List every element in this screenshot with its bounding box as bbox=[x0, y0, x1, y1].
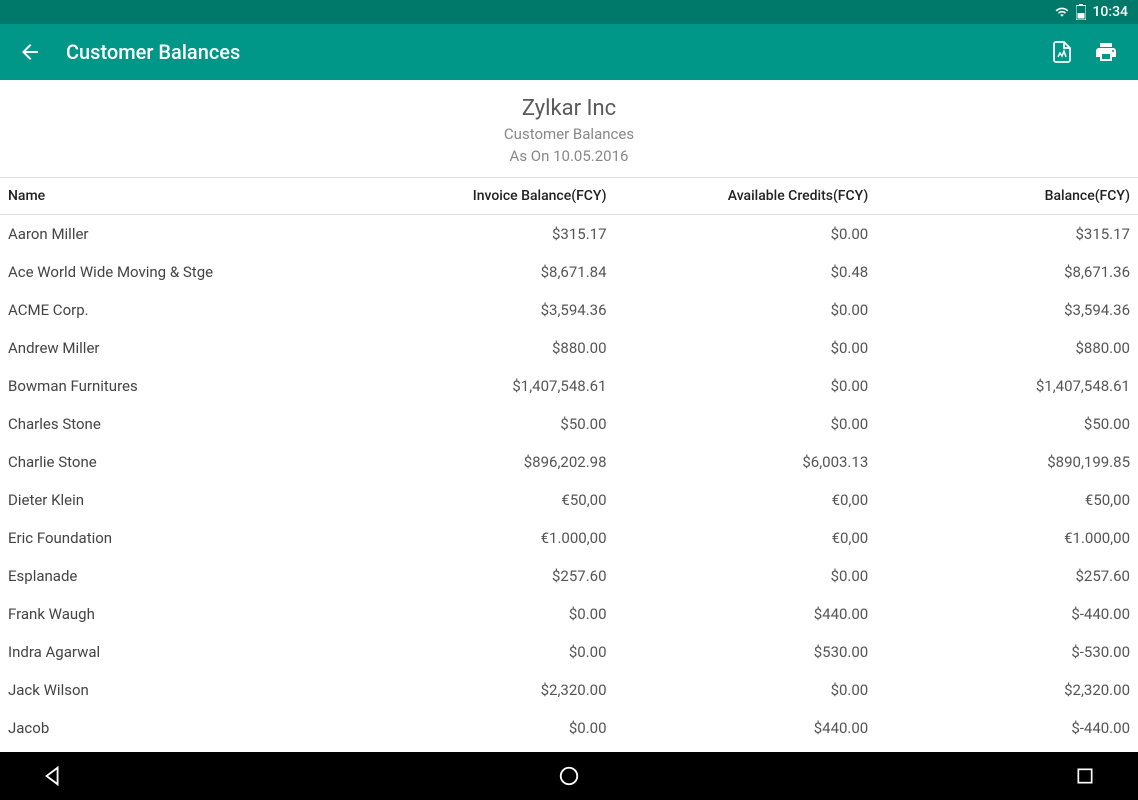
print-button[interactable] bbox=[1090, 36, 1122, 68]
cell-balance: €1.000,00 bbox=[876, 519, 1138, 557]
cell-name: ACME Corp. bbox=[0, 291, 364, 329]
cell-balance: $880.00 bbox=[876, 329, 1138, 367]
cell-name: Ace World Wide Moving & Stge bbox=[0, 253, 364, 291]
table-row[interactable]: Aaron Miller$315.17$0.00$315.17 bbox=[0, 215, 1138, 254]
cell-invoice: $896,202.98 bbox=[364, 443, 614, 481]
cell-name: Aaron Miller bbox=[0, 215, 364, 254]
table-row[interactable]: Dieter Klein€50,00€0,00€50,00 bbox=[0, 481, 1138, 519]
col-header-credits: Available Credits(FCY) bbox=[615, 178, 877, 215]
cell-name: Esplanade bbox=[0, 557, 364, 595]
cell-balance: $2,320.00 bbox=[876, 671, 1138, 709]
company-name: Zylkar Inc bbox=[0, 96, 1138, 121]
export-pdf-button[interactable] bbox=[1046, 36, 1078, 68]
cell-balance: $-440.00 bbox=[876, 709, 1138, 747]
cell-credits: $440.00 bbox=[615, 709, 877, 747]
cell-balance: $1,407,548.61 bbox=[876, 367, 1138, 405]
cell-balance: $-530.00 bbox=[876, 633, 1138, 671]
table-row[interactable]: Charles Stone$50.00$0.00$50.00 bbox=[0, 405, 1138, 443]
cell-invoice: $1,407,548.61 bbox=[364, 367, 614, 405]
cell-name: Eric Foundation bbox=[0, 519, 364, 557]
cell-credits: $0.00 bbox=[615, 405, 877, 443]
balances-table-wrap[interactable]: Name Invoice Balance(FCY) Available Cred… bbox=[0, 178, 1138, 800]
cell-credits: €0,00 bbox=[615, 519, 877, 557]
cell-credits: $0.00 bbox=[615, 671, 877, 709]
col-header-invoice: Invoice Balance(FCY) bbox=[364, 178, 614, 215]
table-row[interactable]: ACME Corp.$3,594.36$0.00$3,594.36 bbox=[0, 291, 1138, 329]
cell-credits: $0.48 bbox=[615, 253, 877, 291]
table-row[interactable]: Frank Waugh$0.00$440.00$-440.00 bbox=[0, 595, 1138, 633]
cell-balance: $315.17 bbox=[876, 215, 1138, 254]
report-subtitle: Customer Balances bbox=[0, 125, 1138, 143]
cell-name: Indra Agarwal bbox=[0, 633, 364, 671]
table-row[interactable]: Jack Wilson$2,320.00$0.00$2,320.00 bbox=[0, 671, 1138, 709]
cell-invoice: $880.00 bbox=[364, 329, 614, 367]
cell-invoice: €1.000,00 bbox=[364, 519, 614, 557]
nav-back-button[interactable] bbox=[40, 763, 66, 789]
cell-credits: $0.00 bbox=[615, 329, 877, 367]
table-header-row: Name Invoice Balance(FCY) Available Cred… bbox=[0, 178, 1138, 215]
cell-invoice: $2,320.00 bbox=[364, 671, 614, 709]
cell-name: Frank Waugh bbox=[0, 595, 364, 633]
cell-balance: $257.60 bbox=[876, 557, 1138, 595]
cell-name: Charles Stone bbox=[0, 405, 364, 443]
cell-name: Dieter Klein bbox=[0, 481, 364, 519]
cell-invoice: $0.00 bbox=[364, 595, 614, 633]
col-header-balance: Balance(FCY) bbox=[876, 178, 1138, 215]
cell-invoice: $3,594.36 bbox=[364, 291, 614, 329]
cell-credits: $6,003.13 bbox=[615, 443, 877, 481]
cell-credits: $530.00 bbox=[615, 633, 877, 671]
cell-balance: €50,00 bbox=[876, 481, 1138, 519]
cell-credits: $0.00 bbox=[615, 557, 877, 595]
report-header: Zylkar Inc Customer Balances As On 10.05… bbox=[0, 80, 1138, 178]
back-button[interactable] bbox=[16, 38, 44, 66]
cell-invoice: $257.60 bbox=[364, 557, 614, 595]
table-row[interactable]: Jacob$0.00$440.00$-440.00 bbox=[0, 709, 1138, 747]
cell-name: Charlie Stone bbox=[0, 443, 364, 481]
report-date: As On 10.05.2016 bbox=[0, 147, 1138, 165]
cell-balance: $3,594.36 bbox=[876, 291, 1138, 329]
cell-balance: $890,199.85 bbox=[876, 443, 1138, 481]
cell-invoice: $0.00 bbox=[364, 709, 614, 747]
cell-name: Bowman Furnitures bbox=[0, 367, 364, 405]
table-row[interactable]: Esplanade$257.60$0.00$257.60 bbox=[0, 557, 1138, 595]
cell-credits: €0,00 bbox=[615, 481, 877, 519]
table-row[interactable]: Bowman Furnitures$1,407,548.61$0.00$1,40… bbox=[0, 367, 1138, 405]
nav-recent-button[interactable] bbox=[1072, 763, 1098, 789]
cell-balance: $50.00 bbox=[876, 405, 1138, 443]
balances-table: Name Invoice Balance(FCY) Available Cred… bbox=[0, 178, 1138, 800]
cell-credits: $0.00 bbox=[615, 367, 877, 405]
cell-credits: $440.00 bbox=[615, 595, 877, 633]
cell-credits: $0.00 bbox=[615, 215, 877, 254]
cell-invoice: $0.00 bbox=[364, 633, 614, 671]
cell-invoice: $8,671.84 bbox=[364, 253, 614, 291]
status-time: 10:34 bbox=[1092, 4, 1128, 20]
cell-invoice: $315.17 bbox=[364, 215, 614, 254]
cell-name: Andrew Miller bbox=[0, 329, 364, 367]
battery-icon bbox=[1076, 4, 1086, 20]
page-title: Customer Balances bbox=[66, 40, 1034, 64]
cell-balance: $-440.00 bbox=[876, 595, 1138, 633]
table-row[interactable]: Andrew Miller$880.00$0.00$880.00 bbox=[0, 329, 1138, 367]
col-header-name: Name bbox=[0, 178, 364, 215]
cell-invoice: $50.00 bbox=[364, 405, 614, 443]
table-row[interactable]: Ace World Wide Moving & Stge$8,671.84$0.… bbox=[0, 253, 1138, 291]
status-bar: 10:34 bbox=[0, 0, 1138, 24]
table-row[interactable]: Eric Foundation€1.000,00€0,00€1.000,00 bbox=[0, 519, 1138, 557]
cell-balance: $8,671.36 bbox=[876, 253, 1138, 291]
android-nav-bar bbox=[0, 752, 1138, 800]
cell-invoice: €50,00 bbox=[364, 481, 614, 519]
table-row[interactable]: Indra Agarwal$0.00$530.00$-530.00 bbox=[0, 633, 1138, 671]
app-bar: Customer Balances bbox=[0, 24, 1138, 80]
cell-name: Jack Wilson bbox=[0, 671, 364, 709]
wifi-icon bbox=[1054, 5, 1070, 19]
nav-home-button[interactable] bbox=[556, 763, 582, 789]
cell-credits: $0.00 bbox=[615, 291, 877, 329]
table-row[interactable]: Charlie Stone$896,202.98$6,003.13$890,19… bbox=[0, 443, 1138, 481]
cell-name: Jacob bbox=[0, 709, 364, 747]
